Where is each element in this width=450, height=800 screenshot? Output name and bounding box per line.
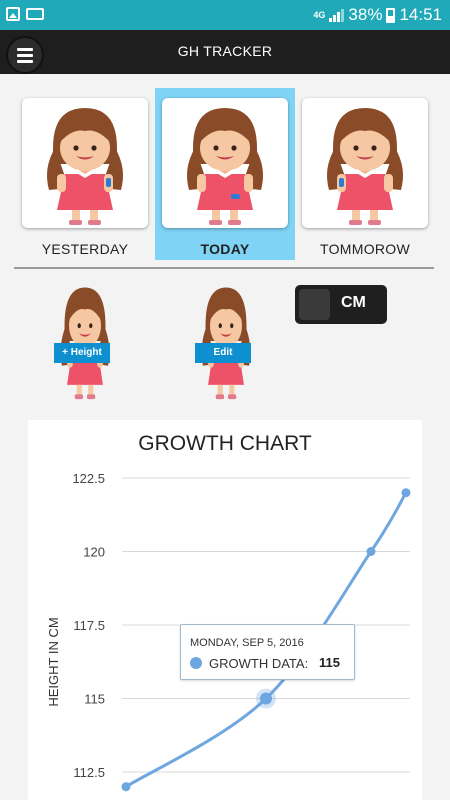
- tomorrow-card[interactable]: [302, 98, 428, 228]
- app-title: GH TRACKER: [177, 43, 273, 59]
- tooltip-series-dot: [190, 657, 202, 669]
- tooltip-value: 115: [319, 655, 340, 670]
- day-today[interactable]: TODAY: [155, 88, 295, 260]
- add-height-label: + Height: [54, 343, 110, 363]
- unit-toggle[interactable]: CM: [295, 285, 387, 324]
- girl-illustration: [162, 98, 288, 228]
- add-height-button[interactable]: + Height: [53, 278, 117, 402]
- sensor-patch-icon: [339, 178, 344, 187]
- girl-illustration: [22, 98, 148, 228]
- day-label-yesterday: YESTERDAY: [41, 241, 129, 257]
- clock: 14:51: [399, 5, 442, 24]
- section-divider: [14, 267, 434, 269]
- app-toolbar: GH TRACKER: [0, 30, 450, 74]
- image-notification-icon: [6, 7, 20, 21]
- day-yesterday[interactable]: YESTERDAY: [15, 88, 155, 260]
- chart-title: GROWTH CHART: [138, 432, 312, 455]
- day-label-today: TODAY: [200, 241, 250, 257]
- tooltip-label: GROWTH DATA:: [209, 656, 309, 671]
- girl-illustration: [194, 278, 258, 402]
- chart-tooltip: MONDAY, SEP 5, 2016 GROWTH DATA:: [180, 624, 355, 680]
- growth-chart-card: GROWTH CHART: [28, 420, 422, 800]
- girl-illustration: [53, 278, 117, 402]
- girl-illustration: [302, 98, 428, 228]
- sensor-patch-icon: [231, 194, 240, 199]
- status-bar: 4G 38% 14:51: [0, 0, 450, 30]
- edit-label: Edit: [195, 343, 251, 363]
- tooltip-date: MONDAY, SEP 5, 2016: [190, 637, 304, 649]
- day-label-tomorrow: TOMMOROW: [319, 241, 411, 257]
- sensor-patch-icon: [106, 178, 111, 187]
- toggle-thumb[interactable]: [299, 289, 330, 320]
- day-tomorrow[interactable]: TOMMOROW: [295, 88, 435, 260]
- network-type: 4G: [313, 9, 326, 20]
- edit-button[interactable]: Edit: [194, 278, 258, 402]
- voicemail-icon: [26, 8, 44, 20]
- yesterday-card[interactable]: [22, 98, 148, 228]
- unit-label: CM: [341, 294, 366, 311]
- today-card[interactable]: [162, 98, 288, 228]
- battery-percent: 38%: [348, 5, 383, 24]
- battery-icon: [386, 7, 396, 23]
- signal-icon: [329, 8, 345, 22]
